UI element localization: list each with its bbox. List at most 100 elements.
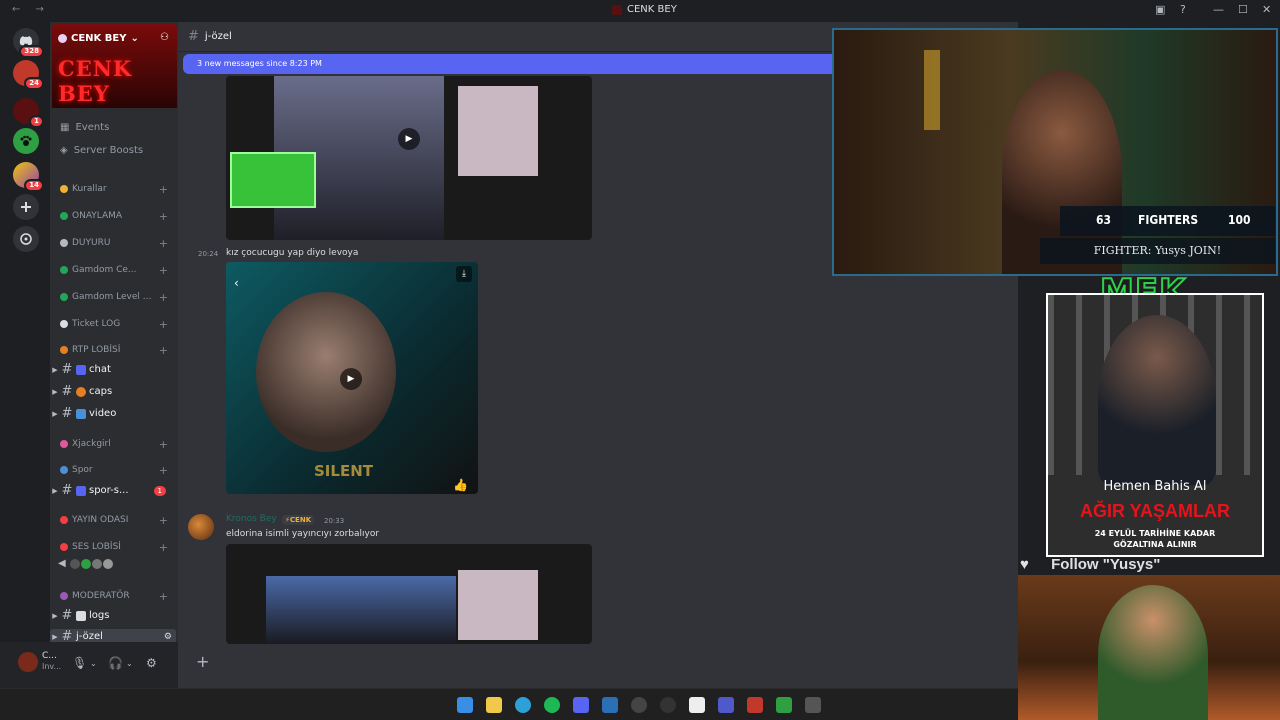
- add-channel-icon[interactable]: +: [159, 464, 168, 477]
- notion-icon[interactable]: [689, 697, 705, 713]
- channel-caps[interactable]: ▶ # caps: [50, 384, 176, 399]
- expand-arrow-icon[interactable]: ▶: [50, 487, 60, 495]
- avatar[interactable]: [18, 652, 38, 672]
- inbox-icon[interactable]: ▣: [1155, 3, 1165, 16]
- add-channel-icon[interactable]: +: [159, 264, 168, 277]
- channel-video[interactable]: ▶ # video: [50, 406, 176, 421]
- xbox-icon[interactable]: [776, 697, 792, 713]
- video-attachment[interactable]: ‹ ⤓ ▶ SILENT 👍: [226, 262, 478, 494]
- add-attachment-icon[interactable]: +: [196, 652, 209, 671]
- edge-icon[interactable]: [515, 697, 531, 713]
- minimize-button[interactable]: —: [1213, 3, 1224, 16]
- back-icon[interactable]: ‹: [234, 276, 239, 290]
- expand-arrow-icon[interactable]: ▶: [50, 410, 60, 418]
- gear-icon[interactable]: ⚙: [164, 632, 172, 642]
- file-explorer-icon[interactable]: [486, 697, 502, 713]
- channel-chat[interactable]: ▶ # chat: [50, 362, 176, 377]
- message-input-area[interactable]: +: [178, 646, 1018, 682]
- discord-icon[interactable]: [573, 697, 589, 713]
- add-server-button[interactable]: [13, 194, 39, 220]
- server-boosts-link[interactable]: ◈ Server Boosts: [60, 145, 143, 156]
- calendar-icon: ▦: [60, 122, 70, 133]
- settings-icon[interactable]: [805, 697, 821, 713]
- play-icon[interactable]: ▶: [398, 128, 420, 150]
- channel-logs[interactable]: ▶ # logs: [50, 608, 176, 623]
- server-banner[interactable]: CENK BEY ⌄ ⚇ CENK BEY: [52, 24, 177, 108]
- settings-icon[interactable]: ⚙: [146, 656, 157, 670]
- category-duyuru[interactable]: DUYURU +: [60, 237, 170, 250]
- category-onaylama[interactable]: ONAYLAMA +: [60, 210, 170, 223]
- expand-arrow-icon[interactable]: ▶: [50, 366, 60, 374]
- category-icon: [60, 185, 68, 193]
- user-panel: C... Inv... 🎙 ⌄ 🎧 ⌄ ⚙: [0, 642, 178, 688]
- explore-servers-button[interactable]: [13, 226, 39, 252]
- add-channel-icon[interactable]: +: [159, 291, 168, 304]
- expand-arrow-icon[interactable]: ▶: [50, 633, 60, 641]
- add-channel-icon[interactable]: +: [159, 237, 168, 250]
- category-ses-lobisi[interactable]: SES LOBİSİ +: [60, 541, 170, 554]
- windows-taskbar: [0, 688, 1018, 720]
- spotify-icon[interactable]: [544, 697, 560, 713]
- nav-arrows[interactable]: ← →: [12, 4, 50, 15]
- app-icon[interactable]: [747, 697, 763, 713]
- play-icon[interactable]: ▶: [340, 368, 362, 390]
- category-kurallar[interactable]: Kurallar +: [60, 183, 170, 196]
- add-channel-icon[interactable]: +: [159, 514, 168, 527]
- start-icon[interactable]: [457, 697, 473, 713]
- add-channel-icon[interactable]: +: [159, 344, 168, 357]
- maximize-button[interactable]: ☐: [1238, 3, 1248, 16]
- window-title: CENK BEY: [612, 4, 677, 15]
- fighters-counter: 63 FIGHTERS 100: [1060, 206, 1275, 236]
- ad-hemen-text: Hemen Bahis Al: [1103, 479, 1207, 494]
- add-channel-icon[interactable]: +: [159, 438, 168, 451]
- category-yayin-odasi[interactable]: YAYIN ODASI +: [60, 514, 170, 527]
- server-5[interactable]: 14: [13, 162, 44, 192]
- help-icon[interactable]: ?: [1180, 3, 1186, 16]
- voice-members[interactable]: ◀: [50, 558, 176, 569]
- category-moderator[interactable]: MODERATÖR +: [60, 590, 170, 603]
- channel-spor[interactable]: ▶ # spor-s... 1: [50, 483, 176, 498]
- server-name: CENK BEY: [71, 33, 127, 44]
- invite-icon[interactable]: ⚇: [160, 32, 169, 43]
- hashtag-icon: #: [61, 608, 73, 623]
- download-icon[interactable]: ⤓: [456, 266, 472, 282]
- category-label: RTP LOBİSİ: [72, 345, 121, 355]
- microphone-icon[interactable]: 🎙: [72, 656, 87, 670]
- teams-icon[interactable]: [718, 697, 734, 713]
- category-xjackgirl[interactable]: Xjackgirl +: [60, 438, 170, 451]
- obs-icon[interactable]: [631, 697, 647, 713]
- category-ticket-log[interactable]: Ticket LOG +: [60, 318, 170, 331]
- headphones-icon[interactable]: 🎧: [108, 656, 123, 670]
- new-messages-bar[interactable]: 3 new messages since 8:23 PM: [183, 54, 843, 74]
- server-3[interactable]: 1: [13, 98, 44, 128]
- close-button[interactable]: ✕: [1262, 3, 1271, 16]
- channel-j-ozel[interactable]: ▶ # j-özel ⚙: [50, 629, 176, 642]
- server-4[interactable]: [13, 128, 39, 154]
- events-link[interactable]: ▦ Events: [60, 122, 109, 133]
- video-attachment[interactable]: ▶: [226, 76, 592, 240]
- app-icon[interactable]: [660, 697, 676, 713]
- expand-arrow-icon[interactable]: ▶: [50, 612, 60, 620]
- add-channel-icon[interactable]: +: [159, 318, 168, 331]
- chevron-down-icon[interactable]: ⌄: [126, 659, 133, 668]
- category-icon: [60, 543, 68, 551]
- video-attachment[interactable]: [226, 544, 592, 644]
- add-channel-icon[interactable]: +: [159, 183, 168, 196]
- channel-emoji-icon: [76, 364, 86, 375]
- add-channel-icon[interactable]: +: [159, 210, 168, 223]
- app-icon[interactable]: [602, 697, 618, 713]
- category-spor[interactable]: Spor +: [60, 464, 170, 477]
- server-home[interactable]: 328: [13, 28, 44, 58]
- fighters-right-count: 100: [1228, 213, 1251, 227]
- message-author[interactable]: Kronos Bey: [226, 514, 277, 524]
- category-rtp-lobisi[interactable]: RTP LOBİSİ +: [60, 344, 170, 357]
- category-gamdom-level[interactable]: Gamdom Level ... +: [60, 291, 170, 304]
- server-name-header[interactable]: CENK BEY ⌄: [58, 33, 139, 44]
- server-2[interactable]: 24: [13, 60, 44, 90]
- add-channel-icon[interactable]: +: [159, 590, 168, 603]
- author-avatar[interactable]: [188, 514, 214, 540]
- chevron-down-icon[interactable]: ⌄: [90, 659, 97, 668]
- add-channel-icon[interactable]: +: [159, 541, 168, 554]
- category-gamdom-ce[interactable]: Gamdom Ce... +: [60, 264, 170, 277]
- expand-arrow-icon[interactable]: ▶: [50, 388, 60, 396]
